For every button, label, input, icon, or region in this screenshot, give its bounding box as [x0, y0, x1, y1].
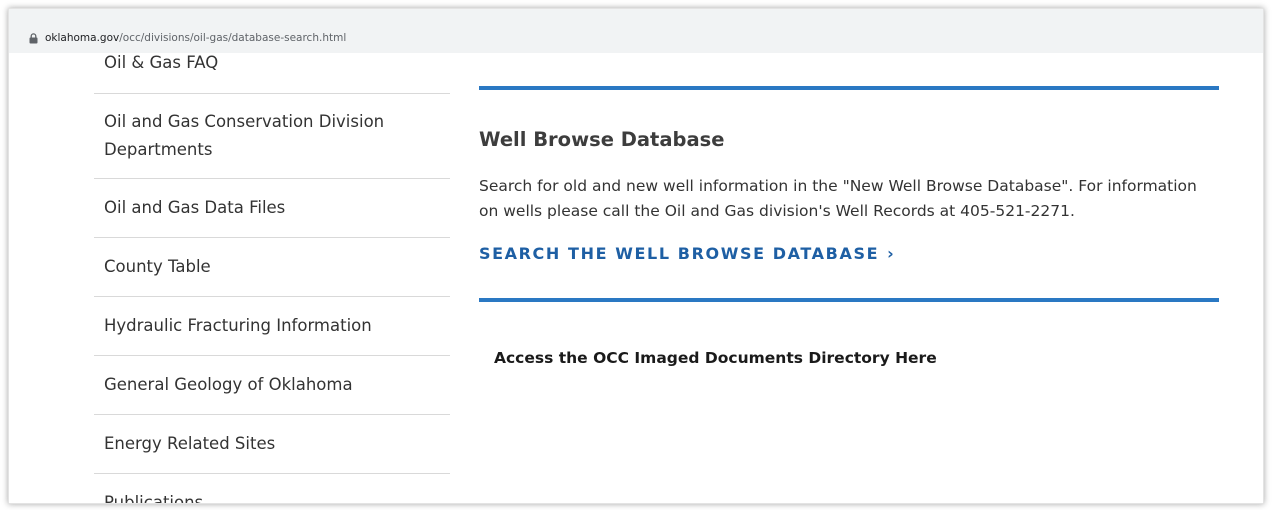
browser-window: oklahoma.gov/occ/divisions/oil-gas/datab… — [8, 8, 1264, 504]
sidebar-item-conservation-departments[interactable]: Oil and Gas Conservation Division Depart… — [94, 94, 450, 179]
sidebar-item-oil-gas-faq[interactable]: Oil & Gas FAQ — [94, 53, 450, 94]
main-content: Well Browse Database Search for old and … — [479, 53, 1219, 367]
sidebar-item-data-files[interactable]: Oil and Gas Data Files — [94, 179, 450, 238]
sidebar-item-general-geology[interactable]: General Geology of Oklahoma — [94, 356, 450, 415]
sidebar-item-label: Publications — [104, 493, 204, 503]
search-database-link[interactable]: SEARCH THE WELL BROWSE DATABASE › — [479, 244, 895, 263]
url-path: /occ/divisions/oil-gas/database-search.h… — [119, 32, 347, 44]
section-divider — [479, 298, 1219, 302]
sidebar-item-label: Energy Related Sites — [104, 434, 276, 453]
sidebar-item-publications[interactable]: Publications — [94, 474, 450, 503]
section-divider — [479, 86, 1219, 90]
sidebar-item-county-table[interactable]: County Table — [94, 238, 450, 297]
imaged-documents-link[interactable]: Access the OCC Imaged Documents Director… — [494, 349, 1219, 367]
page-content: Oil & Gas FAQ Oil and Gas Conservation D… — [9, 53, 1263, 503]
sidebar-item-label: Oil and Gas Conservation Division Depart… — [104, 112, 385, 159]
sidebar-item-label: Oil and Gas Data Files — [104, 198, 286, 217]
lock-icon — [29, 32, 38, 43]
section-title: Well Browse Database — [479, 128, 725, 151]
url-text[interactable]: oklahoma.gov/occ/divisions/oil-gas/datab… — [29, 32, 346, 44]
cta-label: SEARCH THE WELL BROWSE DATABASE — [479, 244, 880, 263]
sidebar-item-label: General Geology of Oklahoma — [104, 375, 353, 394]
sidebar-item-label: Oil & Gas FAQ — [104, 53, 219, 72]
chevron-right-icon: › — [887, 244, 896, 263]
url-host: oklahoma.gov — [45, 32, 120, 44]
sidebar-item-energy-sites[interactable]: Energy Related Sites — [94, 415, 450, 474]
sidebar-item-label: Hydraulic Fracturing Information — [104, 316, 372, 335]
section-description: Search for old and new well information … — [479, 177, 1197, 220]
address-bar[interactable]: oklahoma.gov/occ/divisions/oil-gas/datab… — [9, 9, 1263, 53]
sidebar-nav: Oil & Gas FAQ Oil and Gas Conservation D… — [94, 53, 450, 503]
sidebar-item-hydraulic-fracturing[interactable]: Hydraulic Fracturing Information — [94, 297, 450, 356]
sidebar-item-label: County Table — [104, 257, 211, 276]
